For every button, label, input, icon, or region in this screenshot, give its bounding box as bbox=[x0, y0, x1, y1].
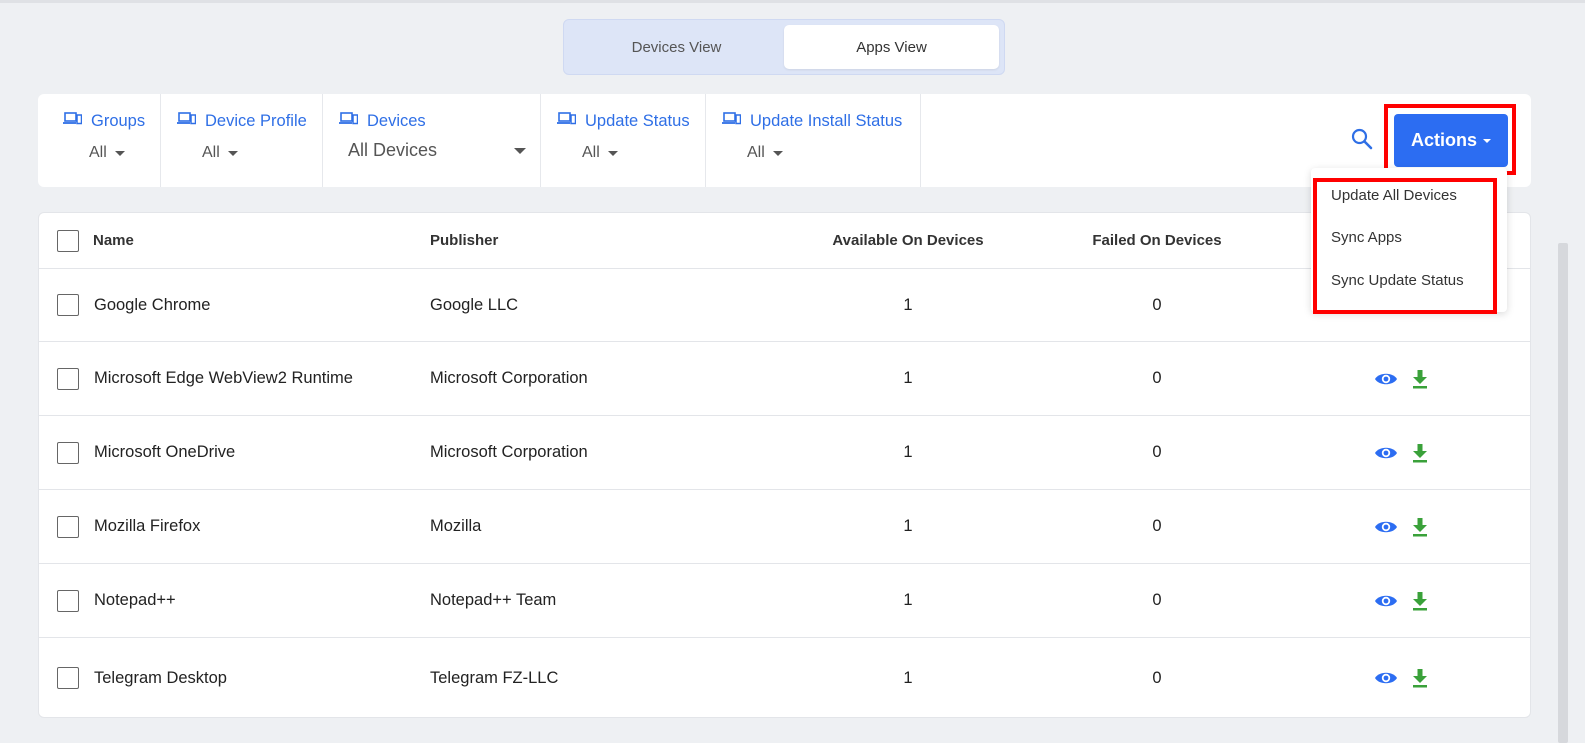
failed-count: 0 bbox=[1152, 295, 1162, 314]
vertical-scrollbar[interactable] bbox=[1558, 243, 1568, 743]
app-publisher: Telegram FZ-LLC bbox=[430, 668, 559, 687]
caret-down-icon bbox=[1483, 138, 1491, 143]
filter-device-profile[interactable]: Device Profile All bbox=[161, 94, 323, 187]
download-icon[interactable] bbox=[1411, 443, 1429, 463]
row-checkbox[interactable] bbox=[57, 515, 79, 538]
filter-label: Device Profile bbox=[205, 112, 307, 130]
top-border bbox=[0, 0, 1585, 3]
failed-count: 0 bbox=[1152, 443, 1162, 461]
app-publisher: Microsoft Corporation bbox=[430, 369, 588, 387]
row-checkbox[interactable] bbox=[57, 589, 79, 612]
caret-down-icon bbox=[607, 150, 618, 156]
filter-label: Devices bbox=[367, 112, 426, 130]
app-name: Notepad++ bbox=[94, 591, 176, 609]
app-name: Mozilla Firefox bbox=[94, 517, 201, 535]
filter-devices[interactable]: Devices All Devices bbox=[323, 94, 541, 187]
app-publisher: Notepad++ Team bbox=[430, 591, 557, 609]
table-row[interactable]: Mozilla Firefox Mozilla 1 0 bbox=[39, 490, 1530, 564]
column-header-name[interactable]: Name bbox=[93, 213, 134, 268]
caret-down-icon bbox=[227, 150, 238, 156]
row-checkbox[interactable] bbox=[57, 441, 79, 464]
filter-update-status[interactable]: Update Status All bbox=[541, 94, 706, 187]
available-count: 1 bbox=[903, 668, 913, 687]
row-checkbox[interactable] bbox=[57, 367, 79, 390]
devices-icon bbox=[63, 112, 91, 131]
menu-item-sync-apps[interactable]: Sync Apps bbox=[1331, 229, 1402, 246]
table-row[interactable]: Microsoft OneDrive Microsoft Corporation… bbox=[39, 416, 1530, 490]
app-name: Google Chrome bbox=[94, 295, 211, 314]
failed-count: 0 bbox=[1152, 517, 1162, 535]
eye-icon[interactable] bbox=[1374, 593, 1398, 609]
failed-count: 0 bbox=[1152, 369, 1162, 387]
eye-icon[interactable] bbox=[1374, 445, 1398, 461]
available-count: 1 bbox=[903, 443, 913, 461]
eye-icon[interactable] bbox=[1374, 371, 1398, 387]
table-row[interactable]: Google Chrome Google LLC 1 0 bbox=[39, 269, 1530, 342]
eye-icon[interactable] bbox=[1374, 670, 1398, 686]
devices-icon bbox=[177, 112, 205, 131]
row-checkbox[interactable] bbox=[57, 667, 79, 689]
failed-count: 0 bbox=[1152, 668, 1162, 687]
menu-item-sync-update-status[interactable]: Sync Update Status bbox=[1331, 272, 1464, 289]
row-checkbox[interactable] bbox=[57, 294, 79, 316]
download-icon[interactable] bbox=[1411, 369, 1429, 389]
filter-value: All bbox=[582, 144, 600, 161]
filter-groups[interactable]: Groups All bbox=[38, 94, 161, 187]
filter-value: All Devices bbox=[348, 140, 438, 160]
failed-count: 0 bbox=[1152, 591, 1162, 609]
devices-icon bbox=[557, 112, 585, 131]
app-name: Microsoft Edge WebView2 Runtime bbox=[94, 369, 353, 387]
filter-value: All bbox=[202, 144, 220, 161]
table-row[interactable]: Telegram Desktop Telegram FZ-LLC 1 0 bbox=[39, 638, 1530, 717]
caret-down-icon bbox=[772, 150, 783, 156]
column-header-failed[interactable]: Failed On Devices bbox=[1057, 213, 1257, 268]
filter-value: All bbox=[89, 144, 107, 161]
app-name: Telegram Desktop bbox=[94, 668, 227, 687]
table-header: Name Publisher Available On Devices Fail… bbox=[39, 213, 1530, 269]
app-name: Microsoft OneDrive bbox=[94, 443, 236, 461]
filter-value: All bbox=[747, 144, 765, 161]
column-header-available[interactable]: Available On Devices bbox=[808, 213, 1008, 268]
app-publisher: Microsoft Corporation bbox=[430, 443, 588, 461]
download-icon[interactable] bbox=[1411, 517, 1429, 537]
available-count: 1 bbox=[903, 517, 913, 535]
apps-view-tab[interactable]: Apps View bbox=[784, 25, 999, 69]
app-publisher: Google LLC bbox=[430, 295, 519, 314]
devices-view-tab[interactable]: Devices View bbox=[569, 25, 784, 69]
caret-down-icon bbox=[114, 150, 125, 156]
available-count: 1 bbox=[903, 591, 913, 609]
column-header-publisher[interactable]: Publisher bbox=[430, 213, 498, 268]
select-all-checkbox[interactable] bbox=[57, 229, 79, 252]
apps-table: Name Publisher Available On Devices Fail… bbox=[38, 212, 1531, 718]
download-icon[interactable] bbox=[1411, 668, 1429, 688]
menu-item-update-all-devices[interactable]: Update All Devices bbox=[1331, 187, 1457, 204]
actions-label: Actions bbox=[1410, 130, 1477, 150]
caret-down-icon bbox=[514, 147, 526, 154]
available-count: 1 bbox=[903, 295, 913, 314]
table-row[interactable]: Notepad++ Notepad++ Team 1 0 bbox=[39, 564, 1530, 638]
search-icon[interactable] bbox=[1350, 127, 1374, 151]
filter-label: Update Install Status bbox=[750, 112, 903, 130]
app-publisher: Mozilla bbox=[430, 517, 482, 535]
filter-label: Groups bbox=[91, 112, 146, 130]
filter-bar: Groups All Device Profile All Devices Al… bbox=[38, 94, 1531, 187]
filter-label: Update Status bbox=[585, 112, 690, 130]
available-count: 1 bbox=[903, 369, 913, 387]
view-toggle: Devices View Apps View bbox=[563, 19, 1005, 75]
devices-icon bbox=[339, 112, 367, 131]
filter-update-install-status[interactable]: Update Install Status All bbox=[706, 94, 921, 187]
devices-icon bbox=[722, 112, 750, 131]
eye-icon[interactable] bbox=[1374, 519, 1398, 535]
download-icon[interactable] bbox=[1411, 591, 1429, 611]
table-row[interactable]: Microsoft Edge WebView2 Runtime Microsof… bbox=[39, 342, 1530, 416]
actions-button[interactable]: Actions bbox=[1394, 114, 1508, 167]
